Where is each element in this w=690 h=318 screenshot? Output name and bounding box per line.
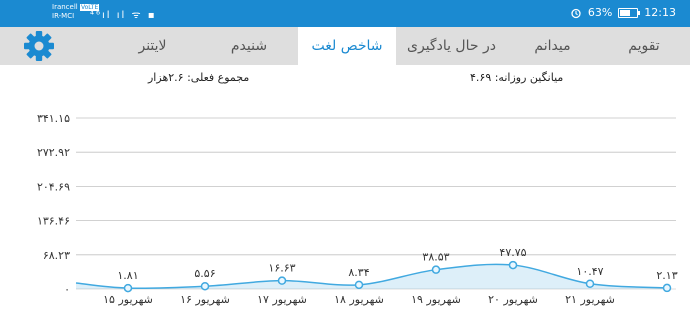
data-label: ۱۰.۴۷ <box>576 265 603 278</box>
data-point <box>200 281 210 291</box>
carrier-name: Irancell <box>52 3 78 11</box>
data-point <box>585 279 595 289</box>
battery-icon <box>618 7 641 18</box>
data-point <box>662 283 672 293</box>
tab-leitner[interactable]: لایتنر <box>105 27 200 65</box>
alarm-icon <box>571 8 581 18</box>
y-tick-label: ۰ <box>64 283 70 296</box>
y-tick-label: ۳۴۱.۱۵ <box>37 112 70 125</box>
tab-learning[interactable]: در حال یادگیری <box>396 27 507 65</box>
data-label: ۲.۱۳ <box>656 269 677 282</box>
data-point <box>277 276 287 285</box>
battery-fill <box>620 9 631 16</box>
x-tick-label: ۱۹ شهریور <box>411 293 461 306</box>
data-point <box>123 283 133 293</box>
clock: 12:13 <box>644 6 676 19</box>
x-tick-label: ۱۷ شهریور <box>257 293 307 306</box>
x-tick-label: ۲۰ شهریور <box>488 293 538 306</box>
data-point <box>354 280 364 290</box>
chart-panel: مجموع فعلی: ۲.۶هزار میانگین روزانه: ۴.۶۹… <box>0 65 690 318</box>
data-label: ۵.۵۶ <box>194 267 215 280</box>
y-tick-label: ۲۷۲.۹۲ <box>37 146 70 159</box>
x-tick-label: ۱۶ شهریور <box>180 293 230 306</box>
x-tick-label: ۱۵ شهریور <box>103 293 153 306</box>
data-label: ۳۸.۵۳ <box>422 251 449 264</box>
gear-icon[interactable] <box>22 29 56 63</box>
tab-know[interactable]: میدانم <box>507 27 598 65</box>
y-tick-label: ۲۰۴.۶۹ <box>37 180 70 193</box>
word-index-chart: ۰ ۶۸.۲۳ ۱۳۶.۴۶ ۲۰۴.۶۹ ۲۷۲.۹۲ ۳۴۱.۱۵ ۱.۸۱ ۵.۵۶ ۱… <box>37 112 678 306</box>
y-tick-label: ۱۳۶.۴۶ <box>37 215 70 228</box>
tab-word-index[interactable]: شاخص لغت <box>298 27 396 65</box>
data-point <box>508 260 518 270</box>
data-label: ۱.۸۱ <box>117 269 138 282</box>
x-tick-label: ۱۸ شهریور <box>334 293 384 306</box>
status-right: 63% 12:13 <box>570 6 676 19</box>
data-point <box>431 265 441 274</box>
data-label: ۴۷.۷۵ <box>499 246 526 259</box>
data-label: ۱۶.۶۳ <box>268 262 295 275</box>
x-tick-label: ۲۱ شهریور <box>565 293 615 306</box>
carrier-secondary: IR-MCI <box>52 12 75 20</box>
signal-wifi-icons: ⁴⁶ıl ıl ᯤ ▪ <box>90 10 157 21</box>
y-tick-label: ۶۸.۲۳ <box>43 249 70 262</box>
tab-bar: تقویم میدانم در حال یادگیری شاخص لغت شنی… <box>0 27 690 65</box>
battery-percent: 63% <box>587 6 613 19</box>
data-label: ۸.۳۴ <box>348 266 369 279</box>
tab-heard[interactable]: شنیدم <box>200 27 298 65</box>
status-bar: Irancell VoLTE IR-MCI ⁴⁶ıl ıl ᯤ ▪ 63% 12… <box>0 0 690 27</box>
tab-calendar[interactable]: تقویم <box>598 27 690 65</box>
